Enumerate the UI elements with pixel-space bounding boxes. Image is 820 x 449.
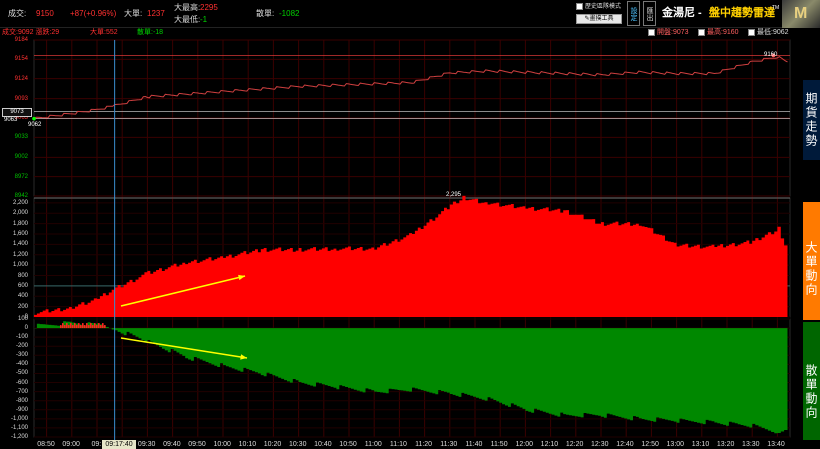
open-price-marker: 9073: [2, 108, 32, 117]
retail-tick-label: -1,100: [10, 424, 28, 431]
retail-positive-bar: [96, 325, 98, 329]
retail-direction-tab[interactable]: 散單動向: [803, 322, 820, 440]
big-tick-label: 1,600: [12, 231, 28, 238]
big-tick-label: 2,000: [12, 210, 28, 217]
big-tick-label: 400: [17, 293, 28, 300]
open-price-value: 9063: [4, 117, 18, 123]
retail-positive-bar: [62, 323, 64, 329]
big-tick-label: 1,200: [12, 251, 28, 258]
price-tick-label: 9154: [14, 56, 28, 63]
retail-tick-label: -600: [15, 379, 28, 386]
retail-positive-bar: [80, 325, 82, 329]
retail-tick-label: -200: [15, 343, 28, 350]
crosshair-time-label: 09:17:40: [102, 440, 136, 449]
retail-positive-bar: [76, 325, 78, 329]
big-tick-label: 800: [17, 272, 28, 279]
price-tick-label: 9093: [14, 95, 28, 102]
low-price-label: 9062: [28, 122, 42, 128]
big-peak-label: 2,295: [446, 192, 462, 198]
retail-positive-bar: [86, 323, 88, 329]
high-price-label: 9160: [764, 52, 778, 58]
retail-positive-bar: [64, 325, 66, 329]
retail-tick-label: -800: [15, 397, 28, 404]
price-tick-label: 8972: [14, 173, 28, 180]
price-tick-label: 9002: [14, 154, 28, 161]
retail-positive-bar: [70, 323, 72, 329]
retail-positive-bar: [94, 323, 96, 329]
time-tick-label: 13:40: [767, 441, 785, 448]
retail-positive-bar: [78, 323, 80, 329]
retail-positive-bar: [72, 325, 74, 329]
retail-positive-bar: [98, 323, 100, 329]
futures-trend-tab[interactable]: 期貨走勢: [803, 80, 820, 160]
retail-tick-label: -1,200: [10, 434, 28, 440]
retail-positive-bar: [90, 323, 92, 329]
retail-positive-bar: [60, 325, 62, 329]
retail-positive-bar: [100, 325, 102, 329]
retail-tick-label: -100: [15, 334, 28, 341]
retail-tick-label: -500: [15, 370, 28, 377]
retail-positive-bar: [88, 325, 90, 329]
price-tick-label: 9033: [14, 134, 28, 141]
retail-positive-bar: [102, 323, 104, 329]
retail-tick-label: -900: [15, 406, 28, 413]
retail-tick-label: -300: [15, 352, 28, 359]
trend-chart-canvas[interactable]: [0, 0, 800, 449]
big-order-direction-tab[interactable]: 大單動向: [803, 202, 820, 320]
big-tick-label: 1,800: [12, 220, 28, 227]
retail-tick-label: -400: [15, 361, 28, 368]
price-tick-label: 9184: [14, 37, 28, 43]
big-tick-label: 1,000: [12, 262, 28, 269]
retail-positive-bar: [66, 323, 68, 329]
retail-positive-bar: [84, 325, 86, 329]
retail-positive-bar: [74, 323, 76, 329]
retail-tick-label: 100: [17, 316, 28, 322]
big-tick-label: 1,400: [12, 241, 28, 248]
retail-positive-bar: [68, 325, 70, 329]
big-tick-label: 2,200: [12, 199, 28, 206]
retail-positive-bar: [82, 323, 84, 329]
retail-tick-label: -700: [15, 388, 28, 395]
low-price-dot: [32, 116, 36, 121]
retail-tick-label: -1,000: [10, 415, 28, 422]
retail-positive-bar: [92, 325, 94, 329]
retail-tick-label: 0: [24, 325, 28, 332]
retail-positive-bar: [104, 325, 106, 329]
big-tick-label: 200: [17, 303, 28, 310]
big-tick-label: 600: [17, 282, 28, 289]
price-tick-label: 9124: [14, 75, 28, 82]
